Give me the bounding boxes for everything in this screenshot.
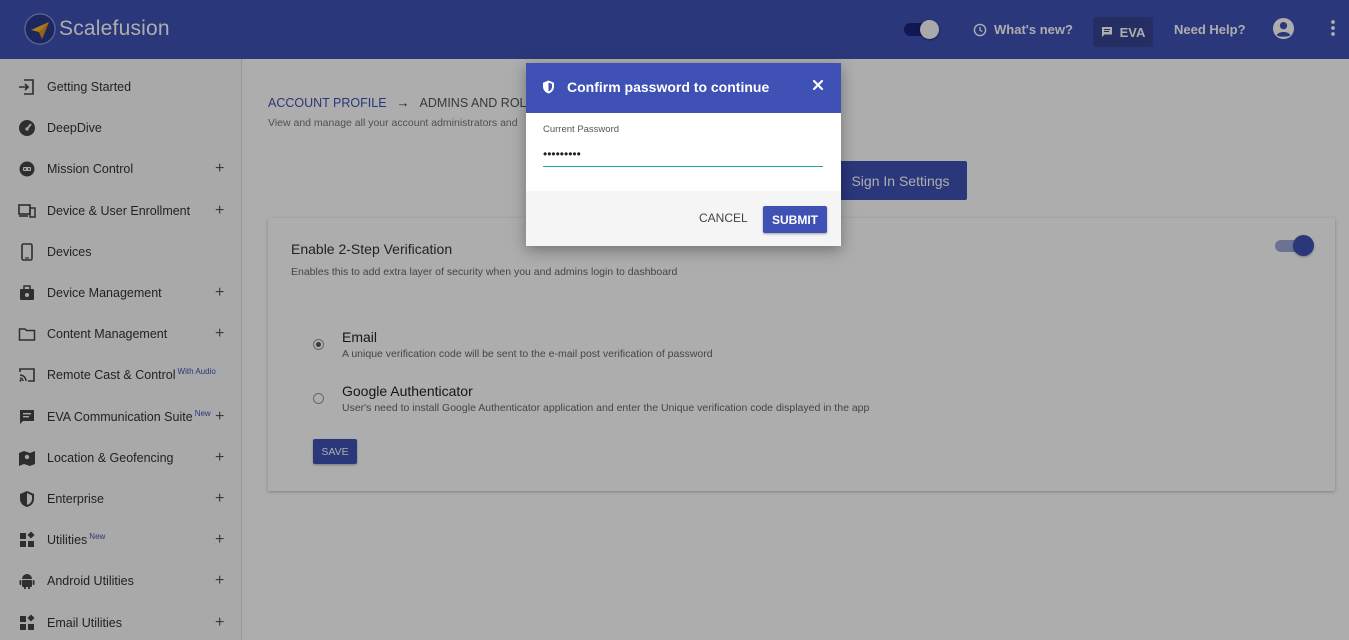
current-password-input[interactable] xyxy=(543,141,823,167)
dialog-header: Confirm password to continue xyxy=(526,63,841,113)
confirm-password-dialog: Confirm password to continue Current Pas… xyxy=(526,63,841,246)
dialog-title: Confirm password to continue xyxy=(567,79,770,95)
current-password-label: Current Password xyxy=(543,124,620,135)
dialog-body: Current Password xyxy=(526,113,841,191)
security-shield-icon xyxy=(542,80,555,99)
cancel-button[interactable]: CANCEL xyxy=(691,205,756,231)
close-icon[interactable] xyxy=(811,78,825,92)
submit-button[interactable]: SUBMIT xyxy=(763,206,827,233)
dialog-actions: CANCEL SUBMIT xyxy=(526,191,841,246)
